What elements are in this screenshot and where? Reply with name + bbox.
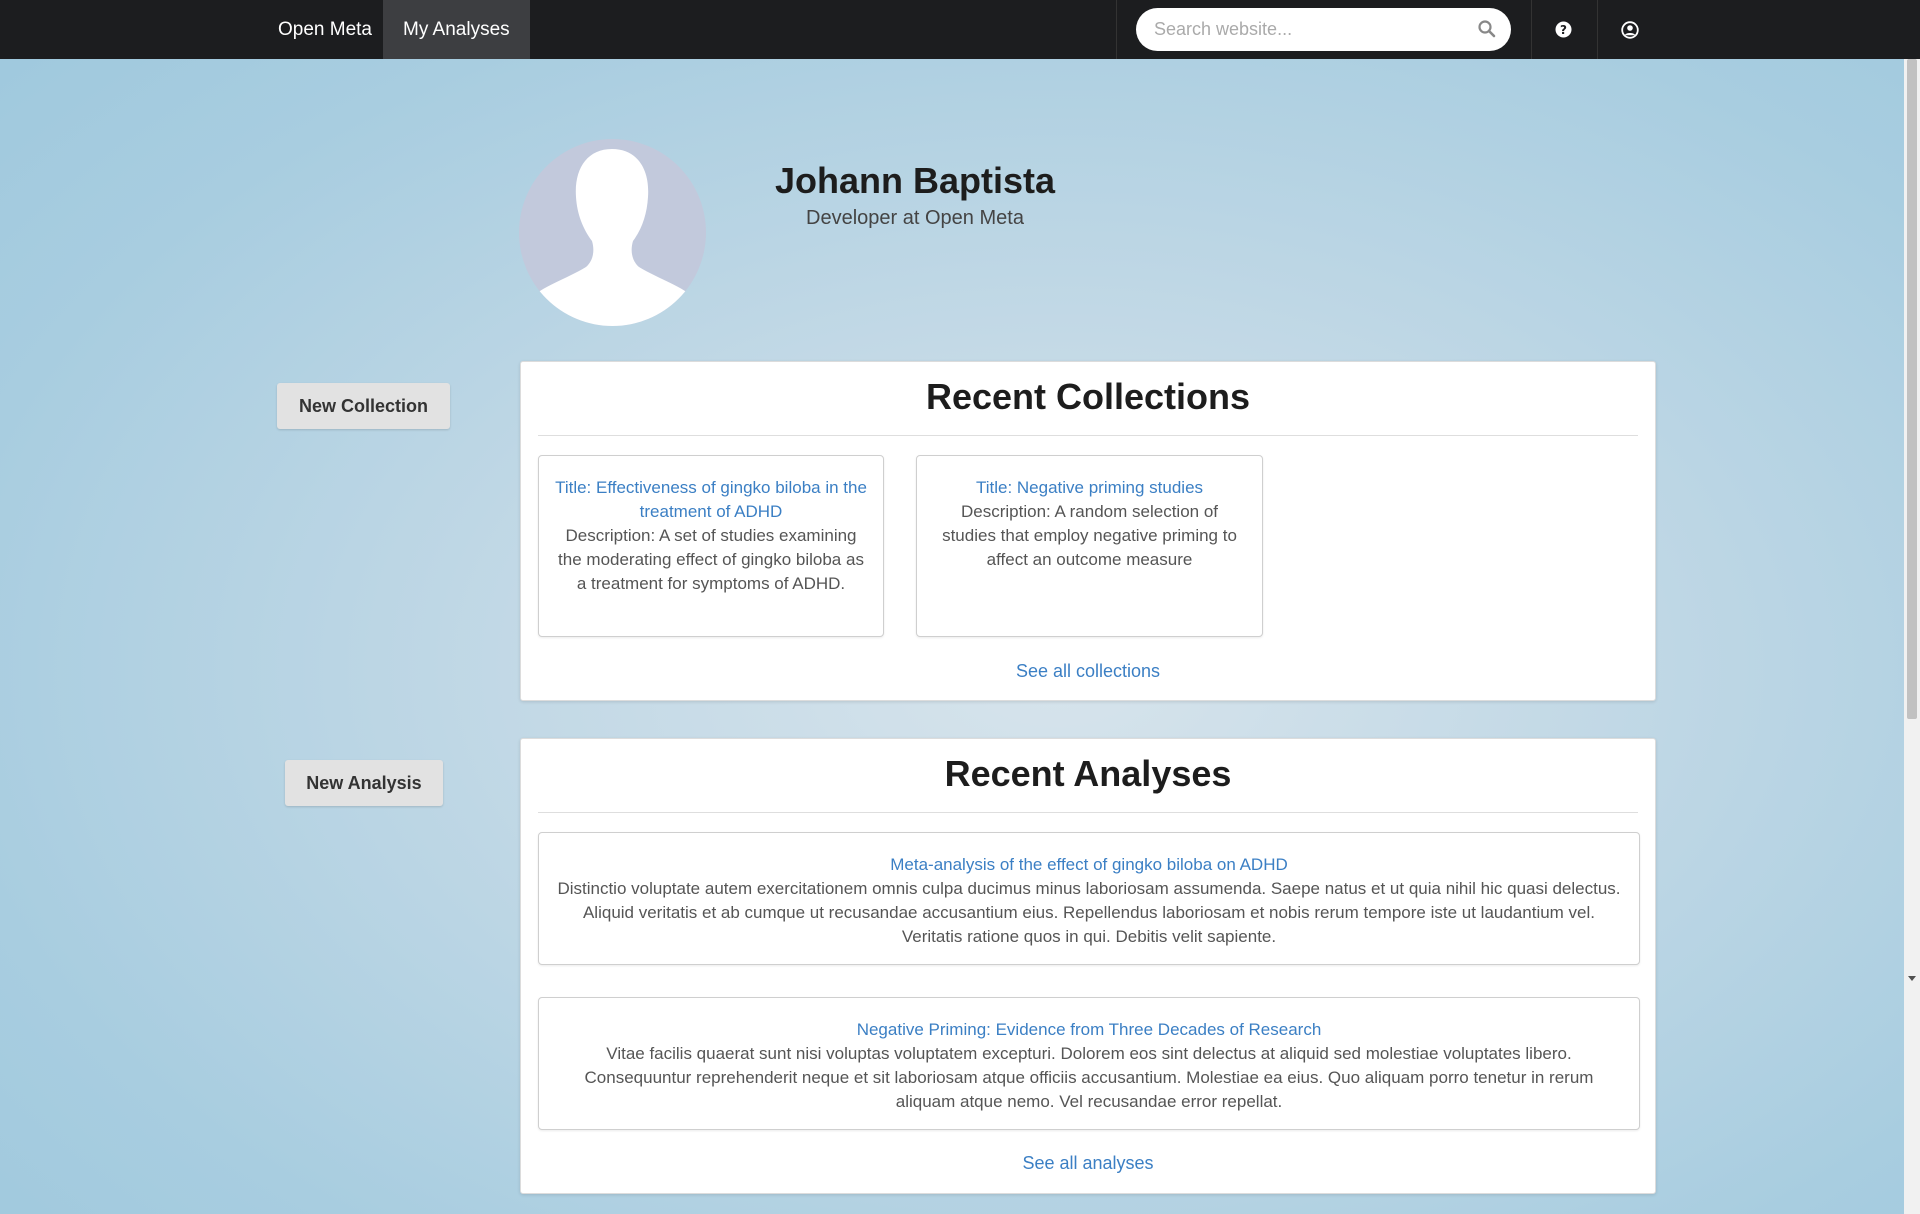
analysis-description: Distinctio voluptate autem exercitatione…	[557, 879, 1621, 946]
collection-title-link[interactable]: Title: Negative priming studies	[933, 476, 1246, 500]
profile-title: Developer at Open Meta	[806, 207, 1024, 229]
collection-description: Description: A set of studies examining …	[558, 526, 864, 593]
analysis-card[interactable]: Meta-analysis of the effect of gingko bi…	[538, 832, 1640, 965]
collection-description: Description: A random selection of studi…	[942, 502, 1237, 569]
svg-text:?: ?	[1560, 23, 1567, 37]
user-account-button[interactable]	[1597, 0, 1663, 59]
recent-collections-heading: Recent Collections	[925, 376, 1251, 417]
analysis-title-link[interactable]: Meta-analysis of the effect of gingko bi…	[555, 853, 1623, 877]
scrollbar-thumb[interactable]	[1907, 59, 1917, 719]
new-analysis-button[interactable]: New Analysis	[285, 760, 443, 806]
nav-tab-my-analyses[interactable]: My Analyses	[383, 0, 530, 59]
recent-analyses-panel: Recent Analyses Meta-analysis of the eff…	[520, 738, 1656, 1194]
collection-title-link[interactable]: Title: Effectiveness of gingko biloba in…	[555, 476, 867, 524]
analysis-card[interactable]: Negative Priming: Evidence from Three De…	[538, 997, 1640, 1130]
divider	[538, 435, 1638, 436]
divider	[538, 812, 1638, 813]
top-navbar: Open Meta My Analyses ?	[0, 0, 1920, 59]
person-silhouette-icon	[530, 149, 695, 326]
analysis-title-link[interactable]: Negative Priming: Evidence from Three De…	[555, 1018, 1623, 1042]
avatar	[519, 139, 706, 326]
nav-brand-link[interactable]: Open Meta	[258, 0, 392, 59]
see-all-analyses-link[interactable]: See all analyses	[521, 1153, 1655, 1174]
recent-analyses-heading: Recent Analyses	[944, 753, 1232, 794]
new-collection-button[interactable]: New Collection	[277, 383, 450, 429]
analysis-description: Vitae facilis quaerat sunt nisi voluptas…	[584, 1044, 1594, 1111]
recent-collections-panel: Recent Collections Title: Effectiveness …	[520, 361, 1656, 701]
help-button[interactable]: ?	[1531, 0, 1597, 59]
profile-name: Johann Baptista	[774, 160, 1056, 201]
user-account-icon	[1621, 21, 1639, 39]
nav-divider	[1116, 0, 1117, 59]
scroll-down-arrow-icon[interactable]	[1908, 976, 1916, 981]
collection-card[interactable]: Title: Effectiveness of gingko biloba in…	[538, 455, 884, 637]
search-icon[interactable]	[1477, 19, 1497, 39]
help-icon: ?	[1555, 21, 1572, 38]
scrollbar[interactable]	[1904, 59, 1920, 1214]
collection-card[interactable]: Title: Negative priming studies Descript…	[916, 455, 1263, 637]
search-box	[1136, 8, 1511, 51]
search-input[interactable]	[1154, 8, 1464, 51]
see-all-collections-link[interactable]: See all collections	[521, 661, 1655, 682]
